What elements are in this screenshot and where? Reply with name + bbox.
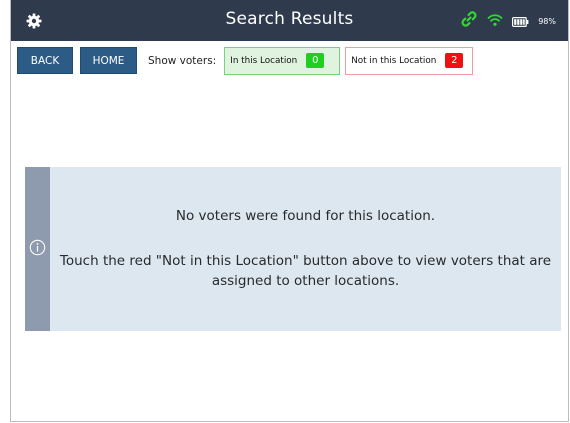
home-button[interactable]: HOME	[80, 47, 137, 74]
show-voters-label: Show voters:	[148, 54, 217, 67]
wifi-icon	[487, 12, 503, 31]
back-button[interactable]: BACK	[17, 47, 73, 74]
info-icon	[29, 239, 46, 256]
in-location-filter-button[interactable]: In this Location 0	[224, 46, 341, 75]
in-location-count-badge: 0	[306, 53, 325, 68]
battery-percent: 98%	[538, 16, 556, 26]
not-in-location-count-badge: 2	[445, 53, 464, 68]
info-banner: No voters were found for this location. …	[25, 167, 561, 331]
battery-icon	[512, 12, 529, 31]
title-bar: Search Results 98%	[11, 0, 568, 41]
status-area: 98%	[460, 10, 556, 32]
toolbar: BACK HOME Show voters: In this Location …	[17, 46, 474, 75]
not-in-location-label: Not in this Location	[351, 55, 437, 66]
in-location-label: In this Location	[230, 55, 298, 66]
no-voters-message: No voters were found for this location.	[175, 208, 436, 224]
info-banner-stripe	[25, 167, 50, 331]
instruction-message: Touch the red "Not in this Location" but…	[59, 253, 552, 289]
app-frame: Search Results 98% BACK HOME Show voters…	[10, 0, 569, 422]
link-icon	[460, 10, 478, 32]
not-in-location-filter-button[interactable]: Not in this Location 2	[345, 46, 474, 75]
